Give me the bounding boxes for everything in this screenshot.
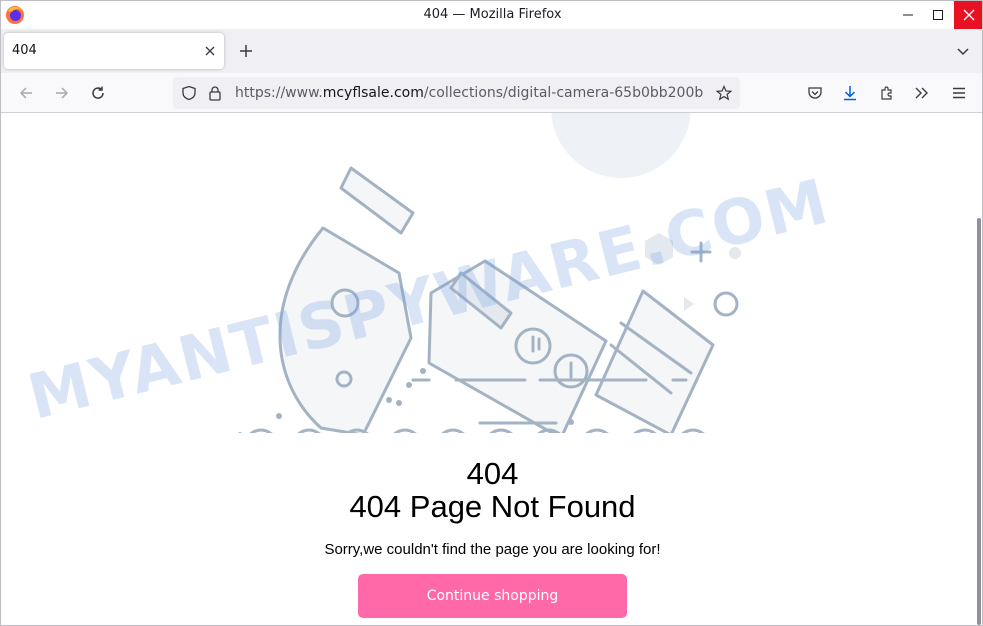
download-icon bbox=[844, 86, 856, 101]
navigation-bar: https://www.mcyflsale.com/collections/di… bbox=[1, 73, 982, 113]
extensions-icon bbox=[881, 86, 892, 100]
tab-close-icon bbox=[205, 46, 215, 56]
url-bar[interactable]: https://www.mcyflsale.com/collections/di… bbox=[173, 77, 740, 109]
forward-icon bbox=[56, 87, 69, 99]
tab-close-button[interactable] bbox=[200, 41, 220, 61]
reload-button[interactable] bbox=[86, 81, 110, 105]
back-icon bbox=[19, 87, 32, 99]
continue-shopping-button[interactable]: Continue shopping bbox=[358, 574, 627, 618]
plus-icon bbox=[240, 45, 252, 57]
close-icon bbox=[963, 9, 975, 21]
overflow-icon bbox=[915, 87, 928, 99]
url-path: /collections/digital-camera-65b0bb200b bbox=[423, 85, 704, 101]
maximize-icon bbox=[933, 10, 943, 20]
app-menu-button[interactable] bbox=[947, 81, 971, 105]
bookmark-star-button[interactable] bbox=[712, 81, 736, 105]
extensions-button[interactable] bbox=[875, 81, 899, 105]
page-content: MYANTISPYWARE.COM 404 404 Page Not Found… bbox=[1, 113, 982, 625]
list-all-tabs-button[interactable] bbox=[951, 39, 975, 63]
overflow-menu-button[interactable] bbox=[910, 81, 934, 105]
minimize-icon bbox=[903, 14, 913, 16]
back-button[interactable] bbox=[14, 81, 38, 105]
url-text: https://www.mcyflsale.com/collections/di… bbox=[235, 85, 709, 101]
pocket-button[interactable] bbox=[803, 81, 827, 105]
water-ripples bbox=[276, 370, 688, 425]
site-info-button[interactable] bbox=[203, 81, 227, 105]
url-prefix: https://www. bbox=[235, 85, 323, 101]
title-bar: 404 — Mozilla Firefox bbox=[1, 1, 982, 29]
maximize-button[interactable] bbox=[924, 1, 952, 29]
menu-icon bbox=[953, 87, 965, 99]
page-scrollbar[interactable] bbox=[977, 218, 981, 625]
reload-icon bbox=[92, 86, 104, 99]
tab-active[interactable]: 404 bbox=[4, 33, 224, 69]
downloads-button[interactable] bbox=[838, 81, 862, 105]
url-host: mcyflsale.com bbox=[322, 85, 424, 101]
lock-icon bbox=[209, 86, 221, 101]
error-message: Sorry,we couldn't find the page you are … bbox=[324, 541, 661, 558]
window-title: 404 — Mozilla Firefox bbox=[423, 7, 562, 22]
browser-window: 404 — Mozilla Firefox 404 https://www.mc… bbox=[0, 0, 983, 626]
pocket-icon bbox=[808, 87, 822, 99]
forward-button[interactable] bbox=[50, 81, 74, 105]
tracking-protection-button[interactable] bbox=[177, 81, 201, 105]
new-tab-button[interactable] bbox=[234, 39, 258, 63]
star-icon bbox=[716, 85, 732, 101]
close-window-button[interactable] bbox=[954, 1, 982, 29]
shield-icon bbox=[182, 85, 196, 101]
tab-strip: 404 bbox=[1, 29, 982, 73]
tab-label: 404 bbox=[12, 43, 37, 58]
page-heading: 404 Page Not Found bbox=[349, 489, 636, 524]
error-code: 404 bbox=[466, 456, 519, 491]
chevron-down-icon bbox=[957, 48, 969, 56]
minimize-button[interactable] bbox=[894, 1, 922, 29]
